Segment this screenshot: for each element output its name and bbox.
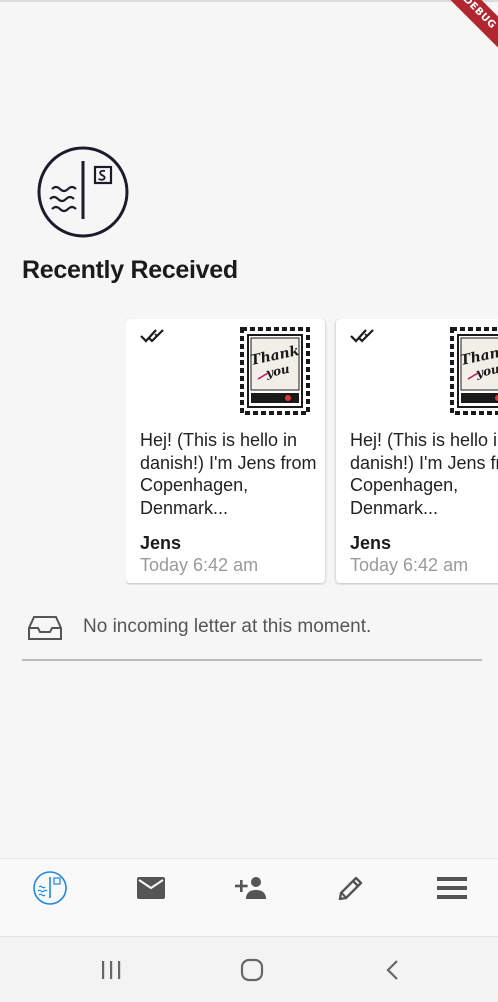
letters-carousel[interactable]: Thank you Hej! (This is hello in danish!… — [126, 319, 498, 585]
recents-button[interactable] — [81, 937, 141, 1002]
nav-menu[interactable] — [422, 859, 482, 917]
incoming-letter-status: No incoming letter at this moment. — [22, 607, 482, 661]
letter-time: Today 6:42 am — [350, 555, 469, 575]
nav-add-friend[interactable] — [221, 859, 281, 917]
no-incoming-text: No incoming letter at this moment. — [83, 616, 372, 637]
home-button[interactable] — [222, 937, 282, 1002]
double-check-icon — [350, 329, 374, 343]
letter-card[interactable]: Thank you Hej! (This is hello in danish!… — [126, 319, 325, 583]
letter-card[interactable]: Thank you Hej! (This is hello in danish!… — [336, 319, 498, 583]
letter-time: Today 6:42 am — [140, 555, 259, 575]
letter-message: Hej! (This is hello in danish!) I'm Jens… — [140, 430, 317, 518]
thank-you-stamp-icon: Thank you — [240, 327, 310, 415]
nav-home[interactable] — [20, 859, 80, 917]
back-button[interactable] — [363, 937, 423, 1002]
home-icon — [240, 958, 264, 982]
status-bar — [0, 0, 498, 2]
nav-mail[interactable] — [121, 859, 181, 917]
system-navigation — [0, 936, 498, 1002]
pencil-icon — [338, 876, 363, 901]
debug-banner: DEBUG — [432, 0, 498, 60]
app-logo — [37, 146, 129, 238]
section-title: Recently Received — [22, 256, 238, 284]
nav-write[interactable] — [321, 859, 381, 917]
letter-message: Hej! (This is hello in danish!) I'm Jens… — [350, 430, 498, 518]
letter-sender: Jens — [140, 533, 182, 553]
person-add-icon — [235, 877, 266, 899]
app-logo-icon — [33, 871, 67, 905]
thank-you-stamp-icon: Thank you — [450, 327, 498, 415]
back-icon — [386, 960, 398, 980]
double-check-icon — [140, 329, 164, 343]
menu-icon — [437, 877, 467, 899]
mail-icon — [137, 877, 165, 899]
letter-sender: Jens — [350, 533, 392, 553]
inbox-icon — [28, 616, 62, 640]
recents-icon — [102, 961, 121, 979]
bottom-navigation — [0, 858, 498, 936]
